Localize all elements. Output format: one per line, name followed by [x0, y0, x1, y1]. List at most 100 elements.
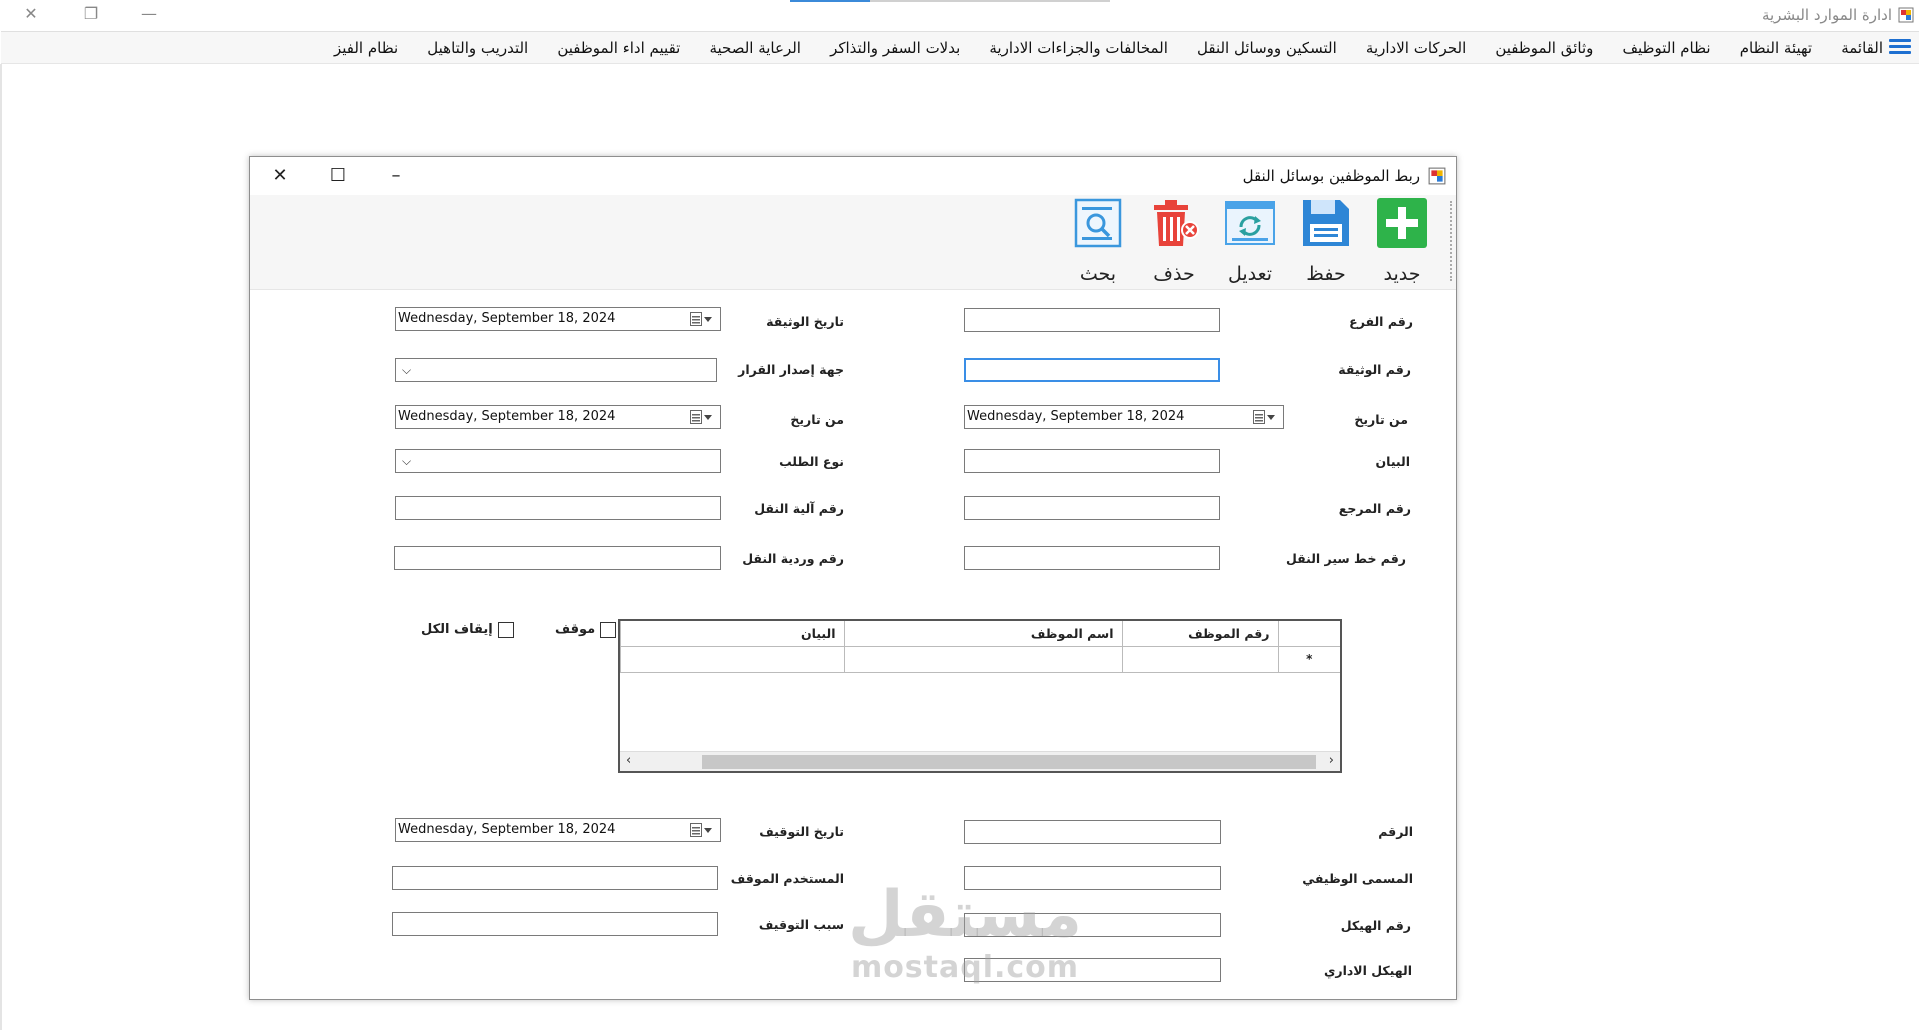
from-date-left-value: Wednesday, September 18, 2024 — [398, 409, 616, 424]
menu-item-training[interactable]: التدريب والتاهيل — [427, 39, 528, 57]
stop-all-checkbox[interactable]: إيقاف الكل — [413, 619, 514, 639]
calendar-dropdown-icon — [690, 410, 712, 424]
new-button[interactable]: جديد — [1367, 197, 1437, 287]
stop-reason-field[interactable] — [392, 912, 718, 936]
grid-col-statement[interactable]: البيان — [620, 621, 844, 647]
stop-all-checkbox-box[interactable] — [497, 621, 514, 638]
search-button[interactable]: بحث — [1063, 197, 1133, 287]
toolbar-grip[interactable] — [1449, 201, 1452, 281]
menu-item-travel-allowances[interactable]: بدلات السفر والتذاكر — [830, 39, 960, 57]
statement-field[interactable] — [964, 449, 1220, 473]
statement-label: البيان — [1375, 454, 1410, 469]
stop-reason-label: سبب التوقيف — [758, 917, 844, 932]
menu-item-violations[interactable]: المخالفات والجزاءات الادارية — [989, 39, 1168, 57]
edit-refresh-icon — [1225, 201, 1275, 245]
calendar-dropdown-icon — [1253, 410, 1275, 424]
doc-no-field[interactable] — [964, 358, 1220, 382]
app-logo-icon — [1898, 7, 1914, 23]
top-progress-indicator — [790, 0, 1110, 2]
doc-no-label: رقم الوثيقة — [1338, 362, 1411, 377]
delete-button[interactable]: حذف — [1139, 197, 1209, 287]
number-label: الرقم — [1378, 824, 1413, 839]
child-titlebar: ✕ ☐ – ربط الموظفين بوسائل النقل — [250, 157, 1456, 195]
reference-no-field[interactable] — [964, 496, 1220, 520]
admin-structure-label: الهيكل الاداري — [1323, 963, 1412, 978]
delete-button-label: حذف — [1153, 263, 1195, 285]
from-date-right-value: Wednesday, September 18, 2024 — [967, 409, 1185, 424]
transport-link-window: ✕ ☐ – ربط الموظفين بوسائل النقل جديد حفظ… — [249, 156, 1457, 1000]
save-button[interactable]: حفظ — [1291, 197, 1361, 287]
number-field[interactable] — [964, 820, 1221, 844]
menu-item-visas[interactable]: نظام الفيز — [334, 39, 398, 57]
grid-horizontal-scrollbar[interactable]: ‹ › — [620, 751, 1340, 771]
stop-date-value: Wednesday, September 18, 2024 — [398, 822, 616, 837]
route-no-field[interactable] — [964, 546, 1220, 570]
scrollbar-thumb[interactable] — [702, 755, 1316, 769]
app-titlebar: ✕ ❐ — ادارة الموارد البشرية — [0, 0, 1920, 30]
menu-item-system-setup[interactable]: تهيئة النظام — [1740, 39, 1812, 57]
grid-col-employee-no[interactable]: رقم الموظف — [1121, 621, 1278, 647]
employees-grid[interactable]: رقم الموظف اسم الموظف البيان * ‹ › — [618, 619, 1342, 773]
scroll-left-arrow-icon[interactable]: ‹ — [626, 753, 631, 768]
window-form-icon — [1428, 167, 1446, 185]
from-date-right-picker[interactable]: Wednesday, September 18, 2024 — [964, 405, 1284, 429]
menu-item-healthcare[interactable]: الرعاية الصحية — [709, 39, 801, 57]
decision-source-label: جهة إصدار القرار — [738, 362, 844, 377]
menu-item-performance[interactable]: تقييم اداء الموظفين — [557, 39, 680, 57]
child-title: ربط الموظفين بوسائل النقل — [1242, 167, 1420, 185]
branch-no-label: رقم الفرع — [1349, 314, 1413, 329]
restore-icon[interactable]: ❐ — [68, 0, 114, 28]
edit-button-label: تعديل — [1227, 263, 1273, 285]
main-menubar: القائمة تهيئة النظام نظام التوظيف وثائق … — [1, 31, 1919, 64]
grid-cell-employee-name[interactable] — [843, 646, 1122, 673]
edit-button[interactable]: تعديل — [1215, 197, 1285, 287]
new-row-marker: * — [1277, 646, 1340, 673]
stopped-checkbox[interactable]: موقف — [547, 619, 617, 639]
save-icon — [1303, 200, 1349, 246]
vehicle-no-field[interactable] — [395, 496, 721, 520]
app-title: ادارة الموارد البشرية — [1761, 6, 1892, 24]
reference-no-label: رقم المرجع — [1338, 501, 1411, 516]
scroll-right-arrow-icon[interactable]: › — [1329, 753, 1334, 768]
hamburger-menu-icon[interactable] — [1889, 39, 1911, 57]
menu-item-admin-movements[interactable]: الحركات الادارية — [1366, 39, 1466, 57]
stopping-user-field[interactable] — [392, 866, 718, 890]
action-toolbar: جديد حفظ تعديل حذف بحث — [250, 195, 1456, 290]
request-type-combo[interactable]: ⌵ — [395, 449, 721, 473]
table-row[interactable]: * — [620, 646, 1340, 673]
menu-item-employee-documents[interactable]: وثائق الموظفين — [1495, 39, 1593, 57]
shift-no-field[interactable] — [394, 546, 721, 570]
menu-item-housing-transport[interactable]: التسكين ووسائل النقل — [1197, 39, 1337, 57]
minimize-icon[interactable]: — — [126, 0, 172, 28]
search-button-label: بحث — [1079, 263, 1117, 285]
mostaql-watermark: مستقل mostaql.com — [847, 878, 1083, 985]
structure-no-label: رقم الهيكل — [1340, 918, 1411, 933]
grid-cell-employee-no[interactable] — [1121, 646, 1278, 673]
grid-col-employee-name[interactable]: اسم الموظف — [843, 621, 1122, 647]
job-title-label: المسمى الوظيفي — [1302, 871, 1413, 886]
child-minimize-icon[interactable]: – — [376, 161, 416, 191]
new-button-label: جديد — [1383, 263, 1421, 285]
frame-border — [0, 64, 2, 1030]
from-date-left-picker[interactable]: Wednesday, September 18, 2024 — [395, 405, 721, 429]
stopped-checkbox-label: موقف — [555, 622, 596, 637]
menu-item-recruitment[interactable]: نظام التوظيف — [1623, 39, 1711, 57]
doc-date-picker[interactable]: Wednesday, September 18, 2024 — [395, 307, 721, 331]
menu-item-main[interactable]: القائمة — [1841, 39, 1883, 57]
from-date-right-label: من تاريخ — [1354, 412, 1408, 427]
stop-all-checkbox-label: إيقاف الكل — [421, 622, 493, 637]
request-type-label: نوع الطلب — [779, 454, 844, 469]
chevron-down-icon: ⌵ — [402, 454, 412, 468]
stop-date-picker[interactable]: Wednesday, September 18, 2024 — [395, 818, 721, 842]
close-icon[interactable]: ✕ — [8, 0, 54, 28]
stopped-checkbox-box[interactable] — [600, 621, 617, 638]
decision-source-combo[interactable]: ⌵ — [395, 358, 717, 382]
child-close-icon[interactable]: ✕ — [260, 161, 300, 191]
add-icon — [1377, 198, 1427, 248]
branch-no-field[interactable] — [964, 308, 1220, 332]
stop-date-label: تاريخ التوقيف — [759, 824, 844, 839]
grid-cell-statement[interactable] — [620, 646, 844, 673]
shift-no-label: رقم وردية النقل — [742, 551, 844, 566]
child-maximize-icon[interactable]: ☐ — [318, 161, 358, 191]
route-no-label: رقم خط سير النقل — [1285, 551, 1406, 566]
